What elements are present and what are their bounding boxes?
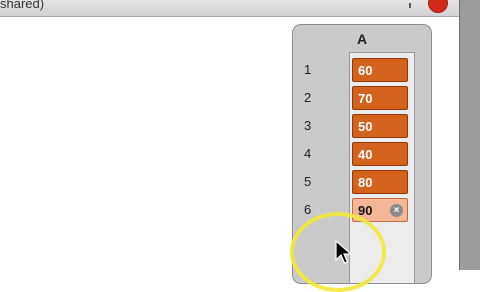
list-item-cell[interactable]: 40 (352, 142, 408, 166)
list-item-index: 4 (304, 146, 312, 161)
window-title: shared) (0, 0, 45, 11)
list-item[interactable]: 3 50 (293, 114, 433, 138)
window-edge (460, 0, 480, 270)
clear-icon[interactable]: × (390, 204, 403, 217)
mouse-pointer-icon (335, 240, 353, 264)
list-item[interactable]: 1 60 (293, 58, 433, 82)
list-item-index: 1 (304, 62, 312, 77)
list-header: A (356, 31, 368, 47)
list-item-cell[interactable]: 70 (352, 86, 408, 110)
title-bar-divider (409, 3, 411, 8)
list-item-cell[interactable]: 50 (352, 114, 408, 138)
list-item[interactable]: 5 80 (293, 170, 433, 194)
close-button[interactable] (428, 0, 448, 13)
list-item-index: 6 (304, 202, 312, 217)
list-item-cell[interactable]: 80 (352, 170, 408, 194)
list-item[interactable]: 4 40 (293, 142, 433, 166)
list-item-index: 5 (304, 174, 312, 189)
list-item-cell[interactable]: 60 (352, 58, 408, 82)
list-item-value: 40 (358, 147, 373, 162)
list-item-index: 2 (304, 90, 312, 105)
list-item-value: 50 (358, 119, 373, 134)
list-item-index: 3 (304, 118, 312, 133)
list-item-value: 60 (358, 63, 373, 78)
list-item[interactable]: 2 70 (293, 86, 433, 110)
list-item-value: 80 (358, 175, 373, 190)
window-title-bar: shared) (0, 0, 460, 17)
list-item-value: 70 (358, 91, 373, 106)
